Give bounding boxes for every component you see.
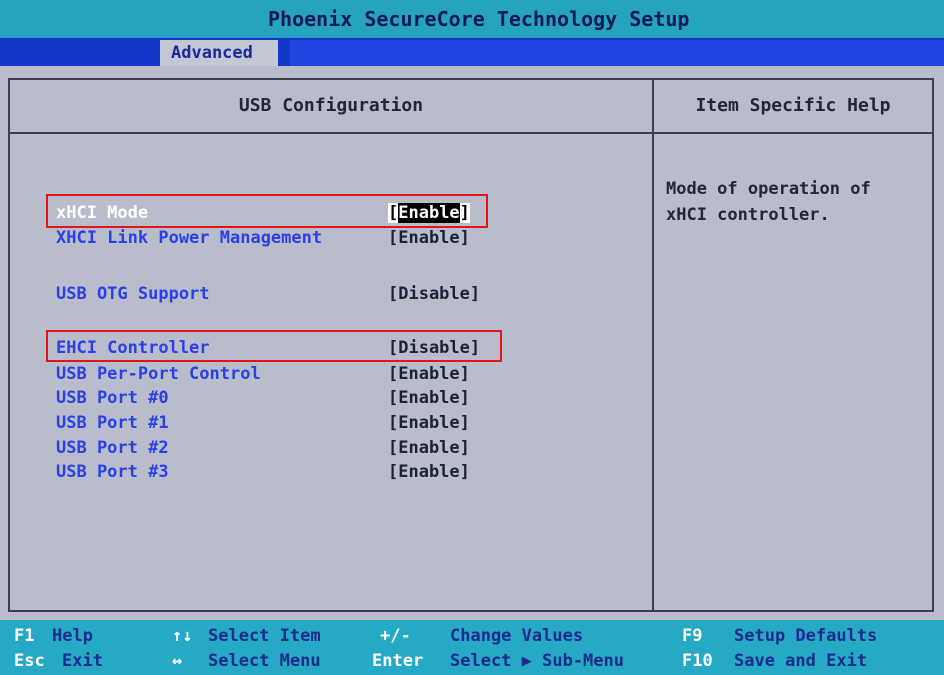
key-enter-desc: Select ▶ Sub-Menu [450,651,624,671]
setting-label: USB OTG Support [56,284,210,304]
setting-label: USB Port #0 [56,388,169,408]
key-f1-desc: Help [52,626,93,646]
key-plus-minus-desc: Change Values [450,626,584,646]
panel-divider-horizontal [10,132,932,134]
key-f9-desc: Setup Defaults [734,626,878,646]
key-plus-minus: +/- [380,626,411,646]
setting-value[interactable]: [Enable] [388,201,470,225]
key-up-down: ↑↓ [172,626,193,646]
setting-row-xhci-link-power[interactable]: XHCI Link Power Management [Enable] [48,226,648,250]
key-left-right: ↔ [172,651,183,671]
setting-label: USB Port #3 [56,462,169,482]
panel-divider-vertical [652,80,654,610]
key-enter: Enter [372,651,424,671]
menu-gap [278,40,290,66]
key-f10-desc: Save and Exit [734,651,868,671]
menu-bar: Advanced [0,38,944,66]
setting-value[interactable]: [Enable] [388,386,470,410]
setting-label: XHCI Link Power Management [56,228,323,248]
setup-panel: USB Configuration Item Specific Help xHC… [8,78,934,612]
setting-label: xHCI Mode [56,203,149,223]
setting-value[interactable]: [Enable] [388,226,470,250]
menu-bar-fill [290,40,944,66]
setting-row-usb-port-1[interactable]: USB Port #1 [Enable] [48,411,648,435]
help-text: Mode of operation of xHCI controller. [666,179,871,225]
setting-label: USB Port #1 [56,413,169,433]
setting-value[interactable]: [Enable] [388,460,470,484]
setting-value[interactable]: [Enable] [388,411,470,435]
key-esc: Esc [14,651,45,671]
bios-screen: Phoenix SecureCore Technology Setup Adva… [0,0,944,675]
setting-row-ehci-controller[interactable]: EHCI Controller [Disable] [48,336,648,360]
key-legend-bar: F1 Help ↑↓ Select Item +/- Change Values… [0,620,944,675]
setting-row-usb-per-port[interactable]: USB Per-Port Control [Enable] [48,362,648,386]
tab-advanced[interactable]: Advanced [160,40,278,66]
setting-row-usb-port-0[interactable]: USB Port #0 [Enable] [48,386,648,410]
setting-row-usb-otg[interactable]: USB OTG Support [Disable] [48,282,648,306]
setting-row-xhci-mode[interactable]: xHCI Mode [Enable] [48,201,648,225]
setting-row-usb-port-3[interactable]: USB Port #3 [Enable] [48,460,648,484]
key-f10: F10 [682,651,713,671]
setting-label: USB Per-Port Control [56,364,261,384]
key-f1: F1 [14,626,35,646]
bios-title: Phoenix SecureCore Technology Setup [268,7,690,31]
setting-value[interactable]: [Enable] [388,436,470,460]
title-bar: Phoenix SecureCore Technology Setup [0,0,944,38]
setting-row-usb-port-2[interactable]: USB Port #2 [Enable] [48,436,648,460]
key-left-right-desc: Select Menu [208,651,321,671]
key-esc-desc: Exit [62,651,103,671]
setting-label: USB Port #2 [56,438,169,458]
key-up-down-desc: Select Item [208,626,321,646]
usb-configuration-title: USB Configuration [238,95,424,116]
key-f9: F9 [682,626,703,646]
help-title: Item Specific Help [695,95,891,116]
setting-value[interactable]: [Disable] [388,336,480,360]
setting-label: EHCI Controller [56,338,210,358]
setting-value[interactable]: [Enable] [388,362,470,386]
setting-value[interactable]: [Disable] [388,282,480,306]
